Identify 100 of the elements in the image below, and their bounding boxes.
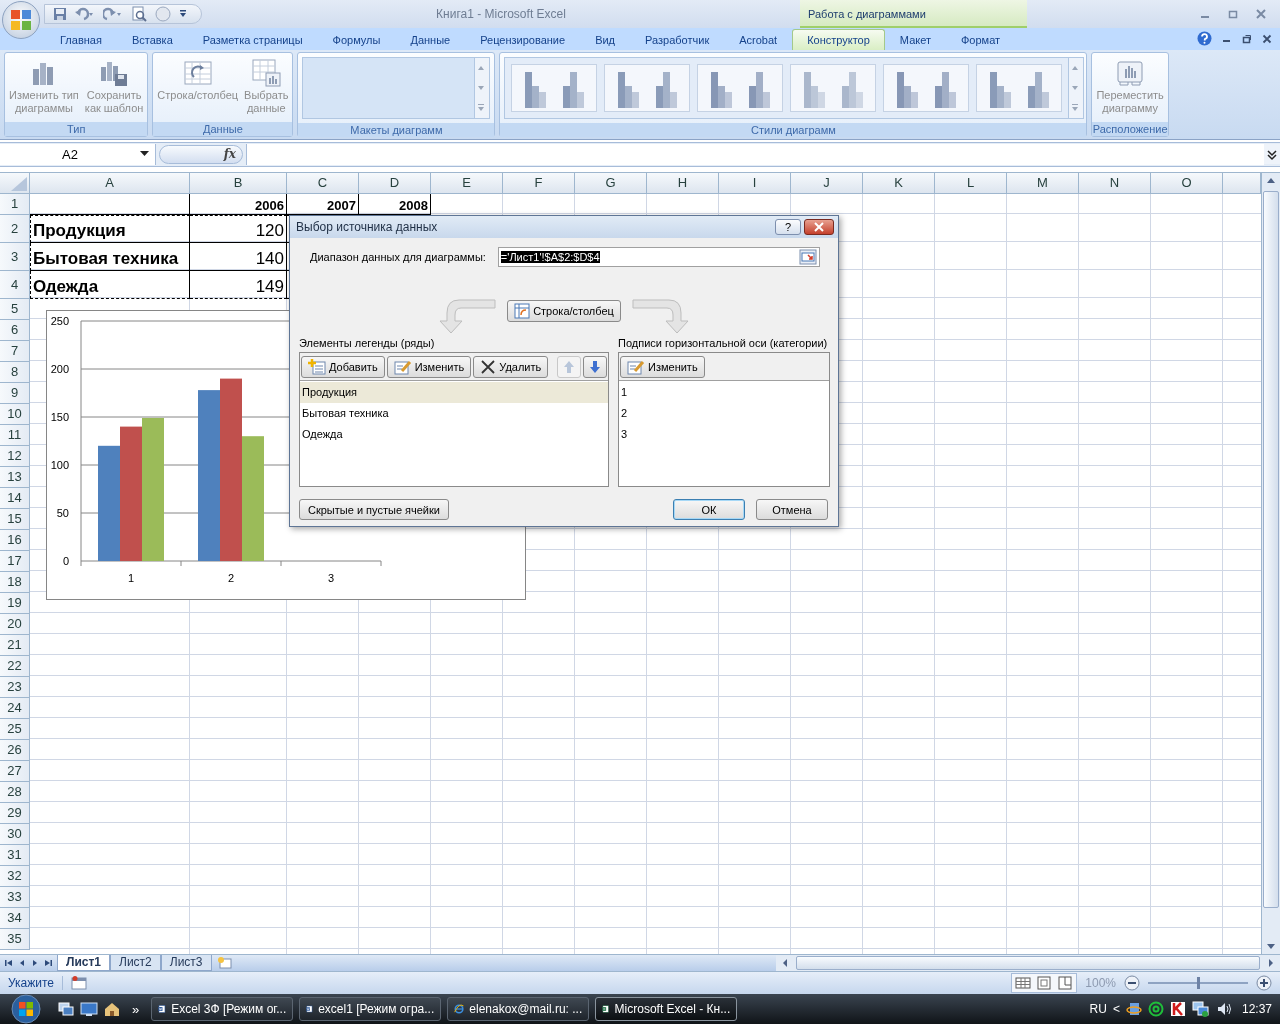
range-label: Диапазон данных для диаграммы: (310, 251, 486, 263)
row-header[interactable]: 24 (0, 697, 30, 719)
ribbon-tab[interactable]: Acrobat (724, 28, 793, 50)
row-header[interactable]: 7 (0, 340, 30, 362)
row-header[interactable]: 11 (0, 424, 30, 446)
insert-function-button[interactable]: fx (159, 144, 243, 164)
legend-entries-label: Элементы легенды (ряды) (299, 337, 436, 349)
help-button[interactable]: ? (775, 219, 801, 235)
row-header[interactable]: 28 (0, 781, 30, 803)
ribbon-tab[interactable]: Конструктор (792, 28, 885, 50)
name-box[interactable]: A2 (0, 143, 156, 165)
toolbar-button[interactable]: Изменить (386, 355, 472, 378)
sheet-tab[interactable]: Лист3 (160, 955, 212, 972)
row-header[interactable]: 18 (0, 571, 30, 593)
row-header[interactable]: 19 (0, 592, 30, 614)
row-header[interactable]: 17 (0, 550, 30, 572)
row-header[interactable]: 14 (0, 487, 30, 509)
sheet-tab[interactable]: Лист1 (57, 955, 111, 972)
edit-button[interactable]: Изменить (620, 355, 705, 378)
axis-label: 150 (50, 411, 69, 423)
row-header[interactable]: 25 (0, 718, 30, 740)
row-header[interactable]: 29 (0, 802, 30, 824)
row-header[interactable]: 10 (0, 403, 30, 425)
column-header[interactable]: C (287, 172, 359, 193)
column-header[interactable]: E (431, 172, 503, 193)
row-header[interactable]: 6 (0, 319, 30, 341)
more-items[interactable]: » (126, 1001, 146, 1017)
category-list-item[interactable]: 2 (619, 403, 829, 424)
row-header[interactable]: 4 (0, 270, 30, 299)
row-header[interactable]: 34 (0, 907, 30, 929)
range-field[interactable]: ='Лист1'!$A$2:$D$4 (497, 247, 820, 267)
row-header[interactable]: 22 (0, 655, 30, 677)
show-hidden-icons[interactable]: < (1112, 1002, 1120, 1016)
ribbon-tab[interactable]: Разработчик (630, 28, 725, 50)
column-header[interactable]: K (863, 172, 935, 193)
taskbar-button[interactable]: elenakox@mail.ru: ... (447, 997, 590, 1021)
row-header[interactable]: 15 (0, 508, 30, 530)
row-header[interactable]: 3 (0, 242, 30, 271)
category-list-item[interactable]: 3 (619, 424, 829, 445)
column-header[interactable]: B (190, 172, 287, 193)
ok-button[interactable]: ОК (673, 499, 745, 520)
group-label: Тип (5, 121, 148, 136)
table-cell: 2006 (190, 193, 287, 215)
taskbar-button[interactable]: excel1 [Режим огра... (299, 997, 442, 1021)
column-header[interactable]: I (719, 172, 791, 193)
row-header[interactable]: 16 (0, 529, 30, 551)
column-header[interactable]: M (1007, 172, 1079, 193)
table-cell: Бытовая техника (30, 242, 190, 271)
language-indicator[interactable]: RU (1089, 1002, 1107, 1016)
column-header[interactable]: F (503, 172, 575, 193)
column-header[interactable]: J (791, 172, 863, 193)
ribbon-tab[interactable]: Главная (45, 28, 117, 50)
toolbar-button[interactable]: Добавить (301, 355, 385, 378)
context-tab-label: Работа с диаграммами (800, 0, 1027, 28)
column-header[interactable]: H (647, 172, 719, 193)
category-list-item[interactable]: 1 (619, 382, 829, 403)
row-header[interactable]: 30 (0, 823, 30, 845)
ribbon-tab[interactable]: Макет (884, 28, 946, 50)
taskbar-button[interactable]: Microsoft Excel - Кн... (595, 997, 738, 1021)
ribbon-tab[interactable]: Формулы (317, 28, 396, 50)
axis-label: 200 (50, 363, 69, 375)
group-label: Макеты диаграмм (298, 122, 495, 137)
row-header[interactable]: 8 (0, 361, 30, 383)
ribbon-tab[interactable]: Рецензирование (465, 28, 581, 50)
row-header[interactable]: 20 (0, 613, 30, 635)
column-header[interactable]: A (30, 172, 190, 193)
row-header[interactable]: 27 (0, 760, 30, 782)
ribbon-tab[interactable]: Вид (580, 28, 631, 50)
row-header[interactable]: 31 (0, 844, 30, 866)
row-header[interactable]: 12 (0, 445, 30, 467)
series-list-item[interactable]: Продукция (300, 382, 608, 403)
column-header[interactable]: N (1079, 172, 1151, 193)
row-header[interactable]: 9 (0, 382, 30, 404)
row-header[interactable]: 33 (0, 886, 30, 908)
row-header[interactable]: 2 (0, 214, 30, 243)
ribbon-tab[interactable]: Данные (395, 28, 466, 50)
ribbon-tab[interactable]: Вставка (116, 28, 188, 50)
switch-row-column-button[interactable]: Строка/столбец (507, 300, 621, 322)
ribbon-tab[interactable]: Формат (946, 28, 1016, 50)
cancel-button[interactable]: Отмена (756, 499, 828, 520)
column-header[interactable]: G (575, 172, 647, 193)
row-header[interactable]: 1 (0, 193, 30, 215)
column-header[interactable]: D (359, 172, 431, 193)
row-header[interactable]: 23 (0, 676, 30, 698)
taskbar-button[interactable]: Excel 3Ф [Режим ог... (151, 997, 294, 1021)
row-header[interactable]: 5 (0, 298, 30, 320)
row-header[interactable]: 35 (0, 928, 30, 950)
row-header[interactable]: 13 (0, 466, 30, 488)
sheet-tab[interactable]: Лист2 (110, 955, 161, 972)
toolbar-button[interactable]: Удалить (473, 355, 549, 378)
column-header[interactable]: L (935, 172, 1007, 193)
clock[interactable]: 12:37 (1241, 1002, 1272, 1016)
axis-label: 250 (50, 315, 69, 327)
column-header[interactable]: O (1151, 172, 1223, 193)
row-header[interactable]: 21 (0, 634, 30, 656)
ribbon-tab[interactable]: Разметка страницы (187, 28, 318, 50)
hidden-cells-button[interactable]: Скрытые и пустые ячейки (299, 499, 449, 520)
table-cell: 149 (190, 270, 287, 299)
row-header[interactable]: 26 (0, 739, 30, 761)
row-header[interactable]: 32 (0, 865, 30, 887)
